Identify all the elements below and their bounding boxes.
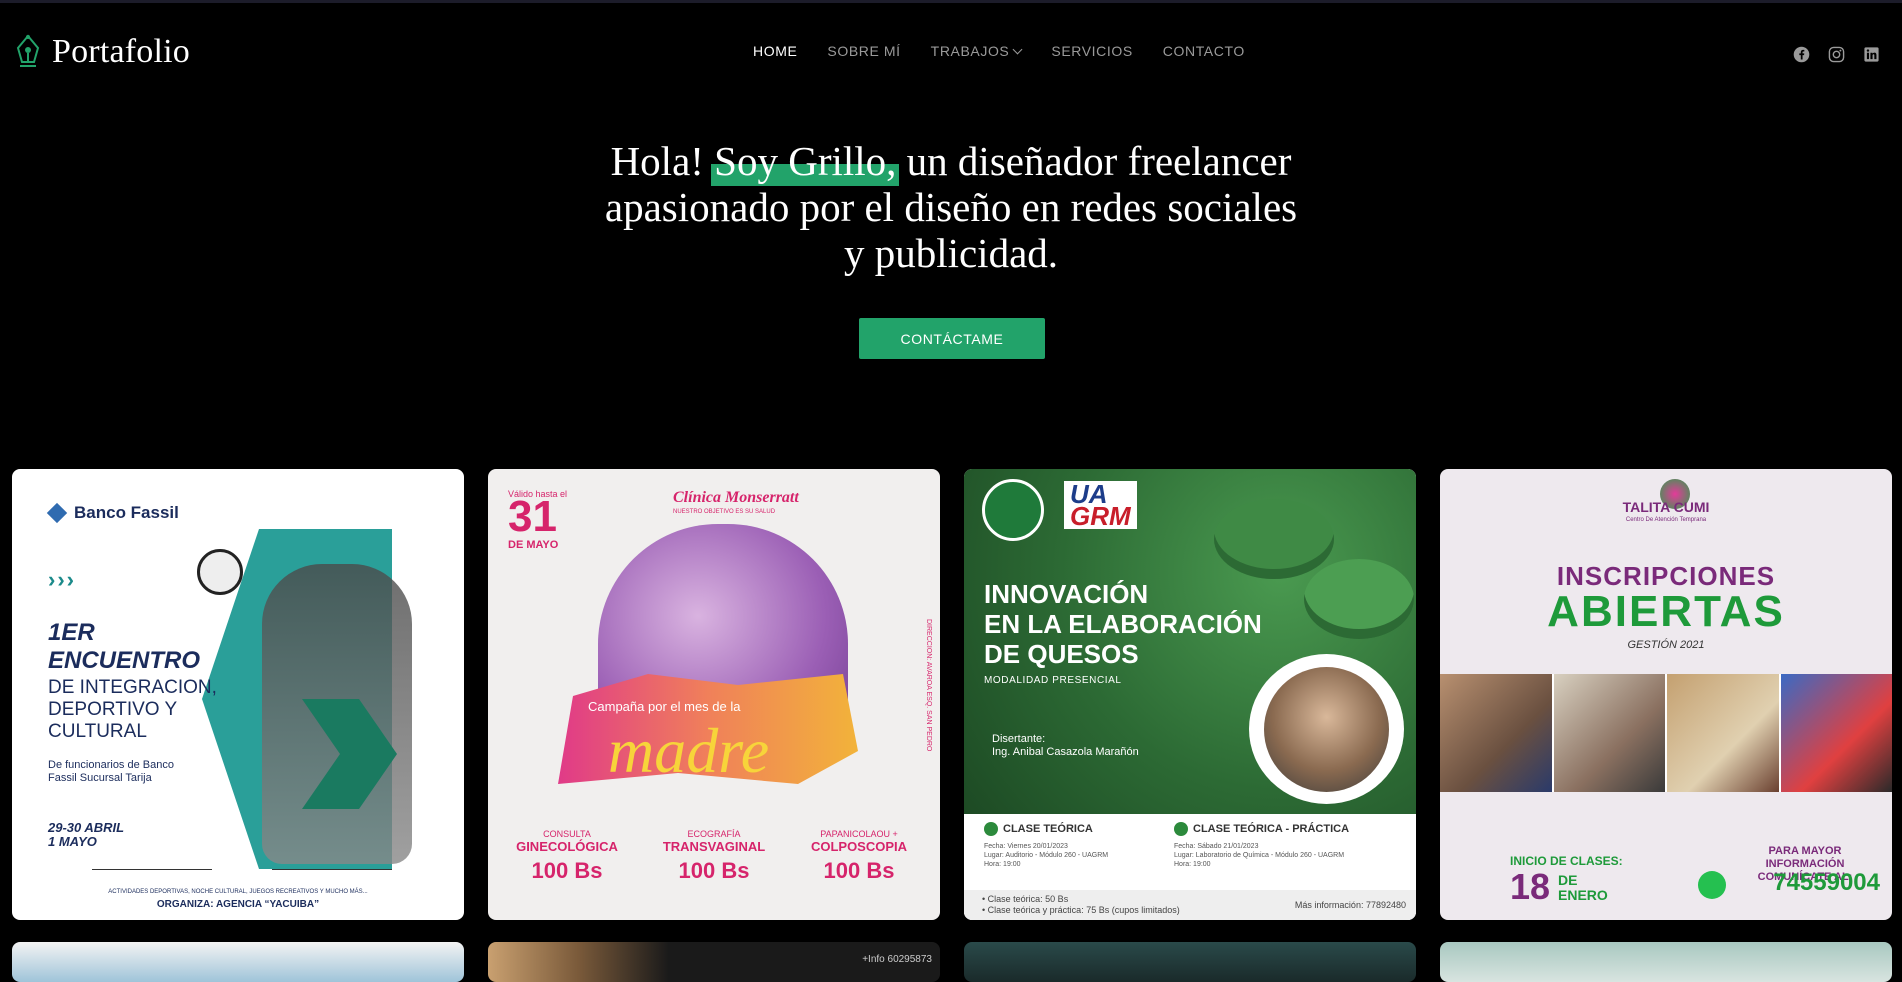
- portfolio-card-talita-cumi[interactable]: TALITA CUMI Centro De Atención Temprana …: [1440, 469, 1892, 920]
- divider: [92, 869, 212, 870]
- card1-detail: De funcionarios de Banco Fassil Sucursal…: [48, 759, 174, 784]
- linkedin-icon[interactable]: [1863, 46, 1880, 63]
- instagram-icon[interactable]: [1828, 46, 1845, 63]
- card3-title: INNOVACIÓN EN LA ELABORACIÓN DE QUESOS: [984, 579, 1262, 669]
- card1-footer: ORGANIZA: AGENCIA “YACUIBA”: [156, 899, 320, 910]
- card4-name-sub: Centro De Atención Temprana: [1625, 517, 1707, 523]
- chevron-down-icon: [1012, 44, 1023, 54]
- card2-clinic-sub: NUESTRO OBJETIVO ES SU SALUD: [673, 509, 776, 515]
- service-label: CONSULTA: [543, 829, 591, 839]
- photo: [1440, 674, 1552, 792]
- nav-trabajos[interactable]: TRABAJOS: [930, 43, 1023, 59]
- nav-trabajos-label: TRABAJOS: [930, 43, 1010, 59]
- card4-line2: ABIERTAS: [1547, 587, 1785, 636]
- service-price: 100 Bs: [531, 858, 603, 883]
- bank-logo-icon: [46, 502, 68, 524]
- card3-speaker-name: Ing. Anibal Casazola Marañón: [992, 746, 1139, 758]
- pen-nib-icon: [16, 34, 40, 67]
- service-name: COLPOSCOPIA: [810, 839, 908, 854]
- class-column: CLASE TEÓRICA - PRÁCTICA Fecha: Sábado 2…: [1174, 822, 1404, 869]
- card3-details: CLASE TEÓRICA Fecha: Viernes 20/01/2023 …: [964, 814, 1416, 920]
- nav-servicios[interactable]: SERVICIOS: [1051, 43, 1132, 59]
- children-photos: [1440, 674, 1892, 792]
- photo: [1667, 674, 1779, 792]
- card2-campaign: Campaña por el mes de la: [588, 699, 741, 714]
- cheese-shape: [1214, 499, 1334, 579]
- card-info: +Info 60295873: [862, 954, 932, 965]
- service-price: 100 Bs: [823, 858, 895, 883]
- card2-day: 31: [508, 492, 557, 541]
- class-title-text: CLASE TEÓRICA - PRÁCTICA: [1193, 823, 1350, 835]
- card4-gestion: GESTIÓN 2021: [1627, 639, 1705, 651]
- social-links: [1793, 46, 1880, 63]
- card4-name: TALITA CUMI: [1622, 499, 1710, 515]
- photo: [1780, 674, 1892, 792]
- cheese-shape: [1304, 559, 1414, 639]
- card3-info: Más información: 77892480: [1294, 900, 1406, 910]
- class-column: CLASE TEÓRICA Fecha: Viernes 20/01/2023 …: [984, 822, 1184, 869]
- class-title-text: CLASE TEÓRICA: [1003, 823, 1093, 835]
- contact-button[interactable]: CONTÁCTAME: [859, 318, 1045, 359]
- class-text: Fecha: Viernes 20/01/2023 Lugar: Auditor…: [984, 843, 1109, 868]
- card1-dates: 29-30 ABRIL 1 MAYO: [48, 820, 125, 849]
- card1-subheading: DE INTEGRACION, DEPORTIVO Y CULTURAL: [48, 677, 217, 742]
- service-item: PAPANICOLAOU + COLPOSCOPIA 100 Bs: [794, 829, 924, 884]
- site-header: Portafolio HOME SOBRE MÍ TRABAJOS SERVIC…: [0, 3, 1902, 99]
- service-price: 100 Bs: [678, 858, 750, 883]
- card2-madre: madre: [608, 715, 770, 786]
- portfolio-card[interactable]: +Info 60295873: [488, 942, 940, 982]
- main-nav: HOME SOBRE MÍ TRABAJOS SERVICIOS CONTACT…: [753, 43, 1245, 59]
- card2-clinic: Clínica Monserratt: [673, 489, 799, 506]
- card4-phone: 74559004: [1773, 869, 1880, 896]
- service-item: ECOGRAFÍA TRANSVAGINAL 100 Bs: [649, 829, 779, 884]
- class-title: CLASE TEÓRICA - PRÁCTICA: [1174, 822, 1404, 836]
- card2-month: DE MAYO: [508, 539, 559, 551]
- service-name: GINECOLÓGICA: [516, 839, 618, 854]
- portfolio-card-quesos[interactable]: UA GRM INNOVACIÓN EN LA ELABORACIÓN DE Q…: [964, 469, 1416, 920]
- nav-contacto[interactable]: CONTACTO: [1163, 43, 1245, 59]
- class-title: CLASE TEÓRICA: [984, 822, 1184, 836]
- logo-text: Portafolio: [52, 33, 190, 70]
- soccer-ball-icon: [197, 549, 243, 595]
- facebook-icon[interactable]: [1793, 46, 1810, 63]
- uagrm-logo: UA GRM: [1064, 481, 1137, 529]
- card1-heading: 1ER ENCUENTRO: [48, 619, 201, 674]
- whatsapp-icon: [1698, 871, 1726, 899]
- card4-month: DE ENERO: [1558, 872, 1608, 903]
- uagrm-logo-bottom: GRM: [1070, 501, 1131, 531]
- service-item: CONSULTA GINECOLÓGICA 100 Bs: [502, 829, 632, 884]
- class-text: Fecha: Sábado 21/01/2023 Lugar: Laborato…: [1174, 843, 1345, 868]
- portfolio-card[interactable]: [964, 942, 1416, 982]
- hero-title-prefix: Hola!: [610, 138, 715, 184]
- hero-title: Hola! Soy Grillo, un diseñador freelance…: [591, 138, 1311, 276]
- card3-speaker-label: Disertante:: [992, 733, 1046, 745]
- service-name: TRANSVAGINAL: [662, 839, 766, 854]
- photo: [1553, 674, 1665, 792]
- card1-footer-small: ACTIVIDADES DEPORTIVAS, NOCHE CULTURAL, …: [108, 889, 368, 895]
- divider: [272, 869, 392, 870]
- card3-mode: MODALIDAD PRESENCIAL: [984, 675, 1122, 686]
- logo-link[interactable]: Portafolio: [14, 33, 190, 71]
- card3-speaker: Disertante: Ing. Anibal Casazola Marañón: [992, 733, 1139, 759]
- arrows-icon: ›››: [48, 567, 76, 592]
- hero-title-highlight: Soy Grillo,: [711, 138, 900, 186]
- bank-name: Banco Fassil: [74, 503, 179, 522]
- portfolio-card[interactable]: [1440, 942, 1892, 982]
- portfolio-gallery: Banco Fassil ››› 1ER ENCUENTRO DE INTEGR…: [12, 469, 1892, 982]
- speaker-portrait: [1264, 667, 1389, 792]
- bank-logo: Banco Fassil: [46, 502, 179, 524]
- service-label: ECOGRAFÍA: [687, 829, 741, 839]
- hero-section: Hola! Soy Grillo, un diseñador freelance…: [0, 138, 1902, 276]
- ecoeduca-logo: [982, 479, 1044, 541]
- chart-icon: [1174, 822, 1188, 836]
- nav-sobre-mi[interactable]: SOBRE MÍ: [827, 43, 900, 59]
- portfolio-card[interactable]: [12, 942, 464, 982]
- card4-day: 18: [1510, 866, 1551, 907]
- portfolio-card-banco-fassil[interactable]: Banco Fassil ››› 1ER ENCUENTRO DE INTEGR…: [12, 469, 464, 920]
- service-label: PAPANICOLAOU +: [820, 829, 898, 839]
- card2-side-address: DIRECCION: AVAROA ESQ. SAN PEDRO: [925, 619, 932, 752]
- portfolio-card-clinica[interactable]: Válido hasta el 31 DE MAYO Clínica Monse…: [488, 469, 940, 920]
- nav-home[interactable]: HOME: [753, 43, 797, 59]
- document-icon: [984, 822, 998, 836]
